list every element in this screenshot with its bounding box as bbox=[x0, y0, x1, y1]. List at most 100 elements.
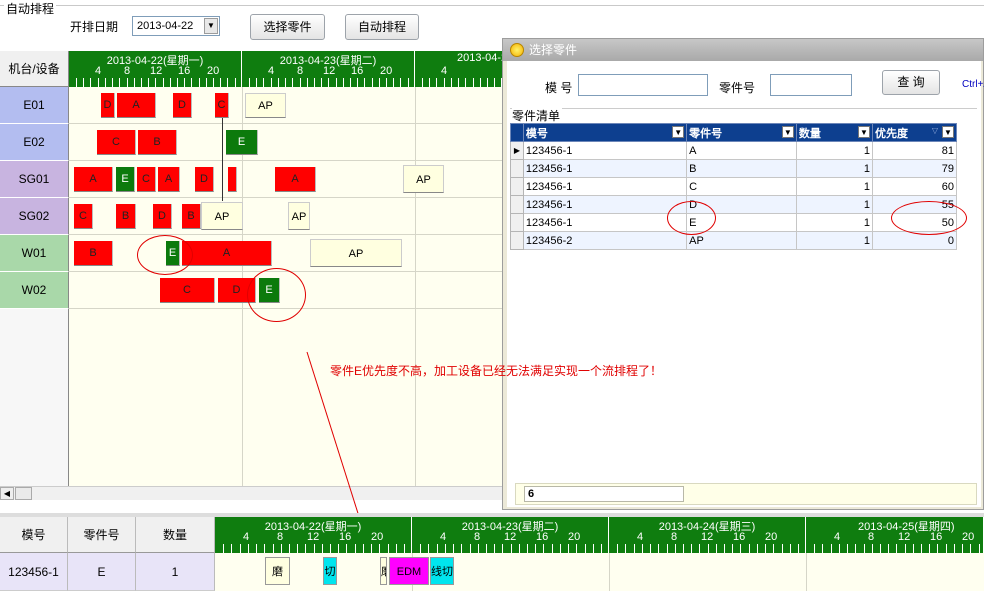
horizontal-scrollbar[interactable]: ◀ bbox=[0, 486, 510, 500]
operation-bar[interactable]: 线切割 bbox=[430, 557, 454, 585]
row-selector bbox=[510, 231, 524, 250]
annotation-circle bbox=[891, 201, 967, 235]
start-date-value: 2013-04-22 bbox=[137, 20, 194, 32]
dialog-title-bar[interactable]: 选择零件 bbox=[503, 39, 983, 61]
schedule-bar[interactable]: D bbox=[173, 93, 192, 118]
column-header-part[interactable]: 零件号 bbox=[68, 517, 136, 553]
schedule-bar[interactable]: C bbox=[97, 130, 136, 155]
table-row[interactable]: 123456-1 E 1 50 bbox=[510, 213, 958, 232]
schedule-bar[interactable]: AP bbox=[245, 93, 286, 118]
schedule-bar[interactable]: B bbox=[74, 241, 113, 266]
filter-dropdown-icon[interactable]: ▼ bbox=[857, 126, 870, 138]
column-header-mold[interactable]: 模号 ▼ bbox=[522, 123, 688, 142]
cell-priority: 0 bbox=[871, 231, 958, 250]
day-header: 2013-04-25(星期四) 4 8 12 16 20 bbox=[806, 517, 984, 553]
day-header: 2013-04-24(星期三) 4 8 12 16 20 bbox=[609, 517, 806, 553]
cell-qty: 1 bbox=[795, 195, 873, 214]
schedule-bar[interactable]: AP bbox=[201, 202, 243, 230]
part-schedule-row: 磨 切 磨 EDM 线切割 bbox=[215, 553, 984, 591]
table-row[interactable]: 123456-1 C 1 60 bbox=[510, 177, 958, 196]
table-row[interactable]: 123456-2 AP 1 0 bbox=[510, 231, 958, 250]
machine-name: W01 bbox=[21, 246, 47, 260]
row-count-box: 6 bbox=[524, 486, 684, 502]
schedule-bar[interactable]: AP bbox=[403, 165, 444, 193]
filter-dropdown-icon[interactable]: ▼ bbox=[942, 126, 954, 138]
hour-label: 4 bbox=[834, 531, 841, 543]
cell-mold[interactable]: 123456-1 bbox=[0, 553, 68, 591]
schedule-bar[interactable]: D bbox=[101, 93, 115, 118]
table-row[interactable]: 123456-1 D 1 55 bbox=[510, 195, 958, 214]
hour-label: 8 bbox=[474, 531, 481, 543]
hour-label: 4 bbox=[637, 531, 644, 543]
filter-dropdown-icon[interactable]: ▼ bbox=[672, 126, 685, 138]
empty-schedule-area bbox=[69, 309, 510, 486]
schedule-bar[interactable]: A bbox=[182, 241, 272, 266]
hour-label: 20 bbox=[207, 65, 220, 77]
calendar-dropdown-icon[interactable]: ▼ bbox=[204, 18, 218, 34]
filter-dropdown-icon[interactable]: ▼ bbox=[781, 126, 794, 138]
schedule-bar[interactable]: C bbox=[160, 278, 215, 303]
schedule-bar[interactable]: D bbox=[153, 204, 172, 229]
machine-row-header[interactable]: E02 bbox=[0, 124, 69, 161]
schedule-bar[interactable]: B bbox=[138, 130, 177, 155]
schedule-bar[interactable]: A bbox=[158, 167, 180, 192]
schedule-bar[interactable] bbox=[228, 167, 237, 192]
schedule-bar[interactable]: D bbox=[195, 167, 214, 192]
mold-number-input[interactable] bbox=[578, 74, 708, 96]
hour-label: 20 bbox=[962, 531, 975, 543]
schedule-bar[interactable]: AP bbox=[310, 239, 402, 267]
column-header-qty[interactable]: 数量 ▼ bbox=[795, 123, 873, 142]
table-row[interactable]: 123456-1 B 1 79 bbox=[510, 159, 958, 178]
operation-bar[interactable]: EDM bbox=[389, 557, 429, 585]
machine-column-header: 机台/设备 bbox=[0, 51, 69, 87]
cell-priority: 79 bbox=[871, 159, 958, 178]
day-header: 2013-04-22(星期一) 4 8 12 16 20 bbox=[215, 517, 412, 553]
part-number-input[interactable] bbox=[770, 74, 852, 96]
query-button[interactable]: 查 询 bbox=[882, 70, 940, 95]
part-list-title: 零件清单 bbox=[512, 107, 563, 124]
app-sun-icon bbox=[510, 43, 524, 57]
operation-bar[interactable]: 磨 bbox=[380, 557, 387, 585]
column-header-priority[interactable]: 优先度 ▽ ▼ bbox=[871, 123, 958, 142]
column-header-qty[interactable]: 数量 bbox=[136, 517, 215, 553]
cell-qty: 1 bbox=[795, 141, 873, 160]
cell-part[interactable]: E bbox=[68, 553, 136, 591]
row-selector-header bbox=[510, 123, 524, 142]
schedule-bar[interactable]: C bbox=[215, 93, 229, 118]
schedule-bar[interactable]: A bbox=[275, 167, 316, 192]
machine-row-header[interactable]: E01 bbox=[0, 87, 69, 124]
column-header-mold[interactable]: 模号 bbox=[0, 517, 68, 553]
operation-bar[interactable]: 磨 bbox=[265, 557, 290, 585]
schedule-bar[interactable]: B bbox=[116, 204, 136, 229]
hour-label: 8 bbox=[124, 65, 131, 77]
schedule-bar[interactable]: E bbox=[226, 130, 258, 155]
machine-row-header[interactable]: SG01 bbox=[0, 161, 69, 198]
operation-bar[interactable]: 切 bbox=[323, 557, 337, 585]
table-row[interactable]: ▶ 123456-1 A 1 81 bbox=[510, 141, 958, 160]
hour-label: 12 bbox=[701, 531, 714, 543]
schedule-bar[interactable]: C bbox=[137, 167, 156, 192]
cell-mold: 123456-2 bbox=[522, 231, 688, 250]
cell-mold: 123456-1 bbox=[522, 213, 688, 232]
machine-row-header[interactable]: W01 bbox=[0, 235, 69, 272]
machine-row-header[interactable]: W02 bbox=[0, 272, 69, 309]
scroll-left-icon[interactable]: ◀ bbox=[0, 487, 14, 500]
start-date-picker[interactable]: 2013-04-22 ▼ bbox=[132, 16, 220, 36]
select-parts-button[interactable]: 选择零件 bbox=[250, 14, 325, 40]
schedule-bar[interactable]: E bbox=[116, 167, 135, 192]
cell-qty: 1 bbox=[795, 213, 873, 232]
schedule-bar[interactable]: AP bbox=[288, 202, 310, 230]
schedule-bar[interactable]: A bbox=[117, 93, 156, 118]
hour-label: 8 bbox=[277, 531, 284, 543]
part-schedule-panel: 模号 零件号 数量 2013-04-22(星期一) 4 8 12 16 20 2… bbox=[0, 513, 984, 593]
schedule-bar[interactable]: A bbox=[74, 167, 113, 192]
cell-qty[interactable]: 1 bbox=[136, 553, 215, 591]
hour-label: 20 bbox=[380, 65, 393, 77]
column-header-part[interactable]: 零件号 ▼ bbox=[686, 123, 797, 142]
auto-schedule-button[interactable]: 自动排程 bbox=[345, 14, 419, 40]
schedule-bar[interactable]: C bbox=[74, 204, 93, 229]
machine-row-header[interactable]: SG02 bbox=[0, 198, 69, 235]
list-group-border bbox=[510, 108, 977, 109]
scrollbar-thumb[interactable] bbox=[15, 487, 32, 500]
schedule-bar[interactable]: B bbox=[182, 204, 201, 229]
